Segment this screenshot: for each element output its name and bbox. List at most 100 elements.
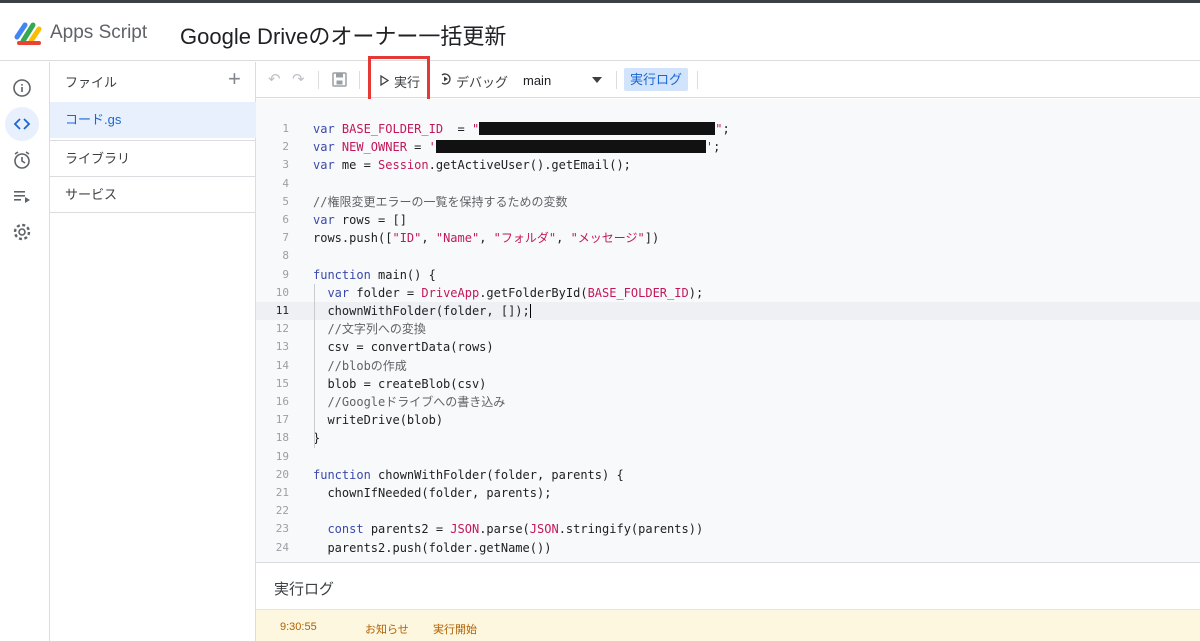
divider [616,71,617,89]
line-number: 17 [275,413,289,427]
code-line[interactable]: 24 parents2.push(folder.getName()) [256,539,1200,557]
code-text: var BASE_FOLDER_ID = " "; [313,120,730,138]
line-number: 10 [275,285,289,299]
code-token: parents2 = [370,522,451,537]
code-line[interactable]: 10 var folder = DriveApp.getFolderById(B… [256,284,1200,302]
line-number: 7 [282,231,289,245]
apps-script-logo[interactable] [13,17,45,49]
chevron-down-icon[interactable] [592,77,602,83]
line-number: 8 [282,249,289,263]
code-token: DriveApp [421,285,480,300]
redacted-value [479,122,716,135]
code-text: chownIfNeeded(folder, parents); [313,484,551,502]
save-icon[interactable] [332,72,347,87]
code-editor[interactable]: 1 var BASE_FOLDER_ID = " "; 2 var NEW_OWNER … [256,99,1200,562]
settings-button[interactable] [5,215,39,249]
code-line[interactable]: 12 //文字列への変換 [256,320,1200,338]
code-line[interactable]: 13 csv = convertData(rows) [256,338,1200,356]
code-token: , [479,231,494,246]
code-line[interactable]: 11 chownWithFolder(folder, []); [256,302,1200,320]
project-title[interactable]: Google Driveのオーナー一括更新 [180,19,506,51]
line-number: 22 [275,504,289,518]
code-token: .getFolderById( [479,285,588,300]
triggers-button[interactable] [5,143,39,177]
redo-icon[interactable]: ↷ [292,70,305,88]
code-text: csv = convertData(rows) [313,338,493,356]
code-line[interactable]: 16 //Googleドライブへの書き込み [256,393,1200,411]
code-token: BASE_FOLDER_ID [587,285,689,300]
execution-log-title: 実行ログ [274,581,335,598]
code-token: parents2.push(folder.getName()) [313,540,552,555]
code-line[interactable]: 4 [256,175,1200,193]
code-token: ]) [644,231,660,246]
code-token: = [406,140,429,155]
code-text: const parents2 = JSON.parse(JSON.stringi… [313,520,703,538]
code-line[interactable]: 15 blob = createBlob(csv) [256,375,1200,393]
code-line[interactable]: 5 //権限変更エラーの一覧を保持するための変数 [256,193,1200,211]
code-token: JSON [529,522,559,537]
add-file-button[interactable]: + [228,68,241,90]
code-line[interactable]: 17 writeDrive(blob) [256,411,1200,429]
line-number: 23 [275,522,289,536]
code-token: NEW_OWNER [341,140,407,155]
line-number: 15 [275,376,289,390]
code-token: ' [705,140,714,155]
function-select[interactable]: main [523,73,551,88]
line-number: 19 [275,449,289,463]
line-number: 6 [282,213,289,226]
editor-button[interactable] [5,107,39,141]
code-token: me = [341,158,379,173]
divider [359,71,360,89]
line-number: 2 [282,140,289,154]
code-line[interactable]: 19 [256,448,1200,466]
code-token: .stringify(parents)) [558,522,704,537]
code-line[interactable]: 9 function main() { [256,266,1200,284]
overview-button[interactable] [5,71,39,105]
file-item-code-gs[interactable]: コード.gs [50,102,256,138]
libraries-section[interactable]: ライブラリ [50,140,256,176]
code-text: var rows = [] [313,211,407,229]
code-line[interactable]: 1 var BASE_FOLDER_ID = " "; [256,120,1200,138]
services-section[interactable]: サービス [50,176,256,212]
app-header: Apps Script Google Driveのオーナー一括更新 [0,3,1200,61]
code-line[interactable]: 18} [256,429,1200,447]
code-token: writeDrive(blob) [313,413,444,428]
code-line[interactable]: 3 var me = Session.getActiveUser().getEma… [256,156,1200,174]
run-button[interactable]: 実行 [394,72,420,91]
execution-log-panel: 実行ログ 9:30:55 お知らせ 実行開始 [256,562,1200,641]
code-line[interactable]: 6 var rows = [] [256,211,1200,229]
code-line[interactable]: 22 [256,502,1200,520]
debug-icon [441,73,451,85]
code-text: function chownWithFolder(folder, parents… [313,466,624,484]
line-number: 9 [282,267,289,281]
code-line[interactable]: 23 const parents2 = JSON.parse(JSON.stri… [256,520,1200,538]
code-line[interactable]: 21 chownIfNeeded(folder, parents); [256,484,1200,502]
code-line[interactable]: 14 //blobの作成 [256,357,1200,375]
text-cursor [529,304,531,318]
code-line[interactable]: 20 function chownWithFolder(folder, paren… [256,466,1200,484]
debug-button[interactable]: デバッグ [456,72,508,91]
undo-icon[interactable]: ↶ [268,70,281,88]
code-token: , [421,231,436,246]
execution-log-button[interactable]: 実行ログ [624,68,689,91]
line-number: 13 [275,340,289,354]
redacted-value [435,140,706,154]
code-text: rows.push(["ID", "Name", "フォルダ", "メッセージ"… [313,229,659,247]
files-panel-title: ファイル [65,75,118,90]
code-text: //blobの作成 [313,357,406,375]
code-token: ; [722,122,730,136]
code-token: "ID" [392,231,422,246]
code-line[interactable]: 8 [256,247,1200,265]
divider [50,212,256,213]
code-line[interactable]: 2 var NEW_OWNER = ' '; [256,138,1200,156]
executions-icon [14,191,30,203]
line-number: 4 [282,176,289,190]
code-token: = [443,122,472,136]
code-token: //Googleドライブへの書き込み [327,395,506,409]
gear-icon [13,223,31,241]
code-token: chownIfNeeded(folder, parents); [313,486,552,500]
code-text: var me = Session.getActiveUser().getEmai… [313,156,631,174]
code-line[interactable]: 7 rows.push(["ID", "Name", "フォルダ", "メッセージ… [256,229,1200,247]
executions-button[interactable] [5,179,39,213]
